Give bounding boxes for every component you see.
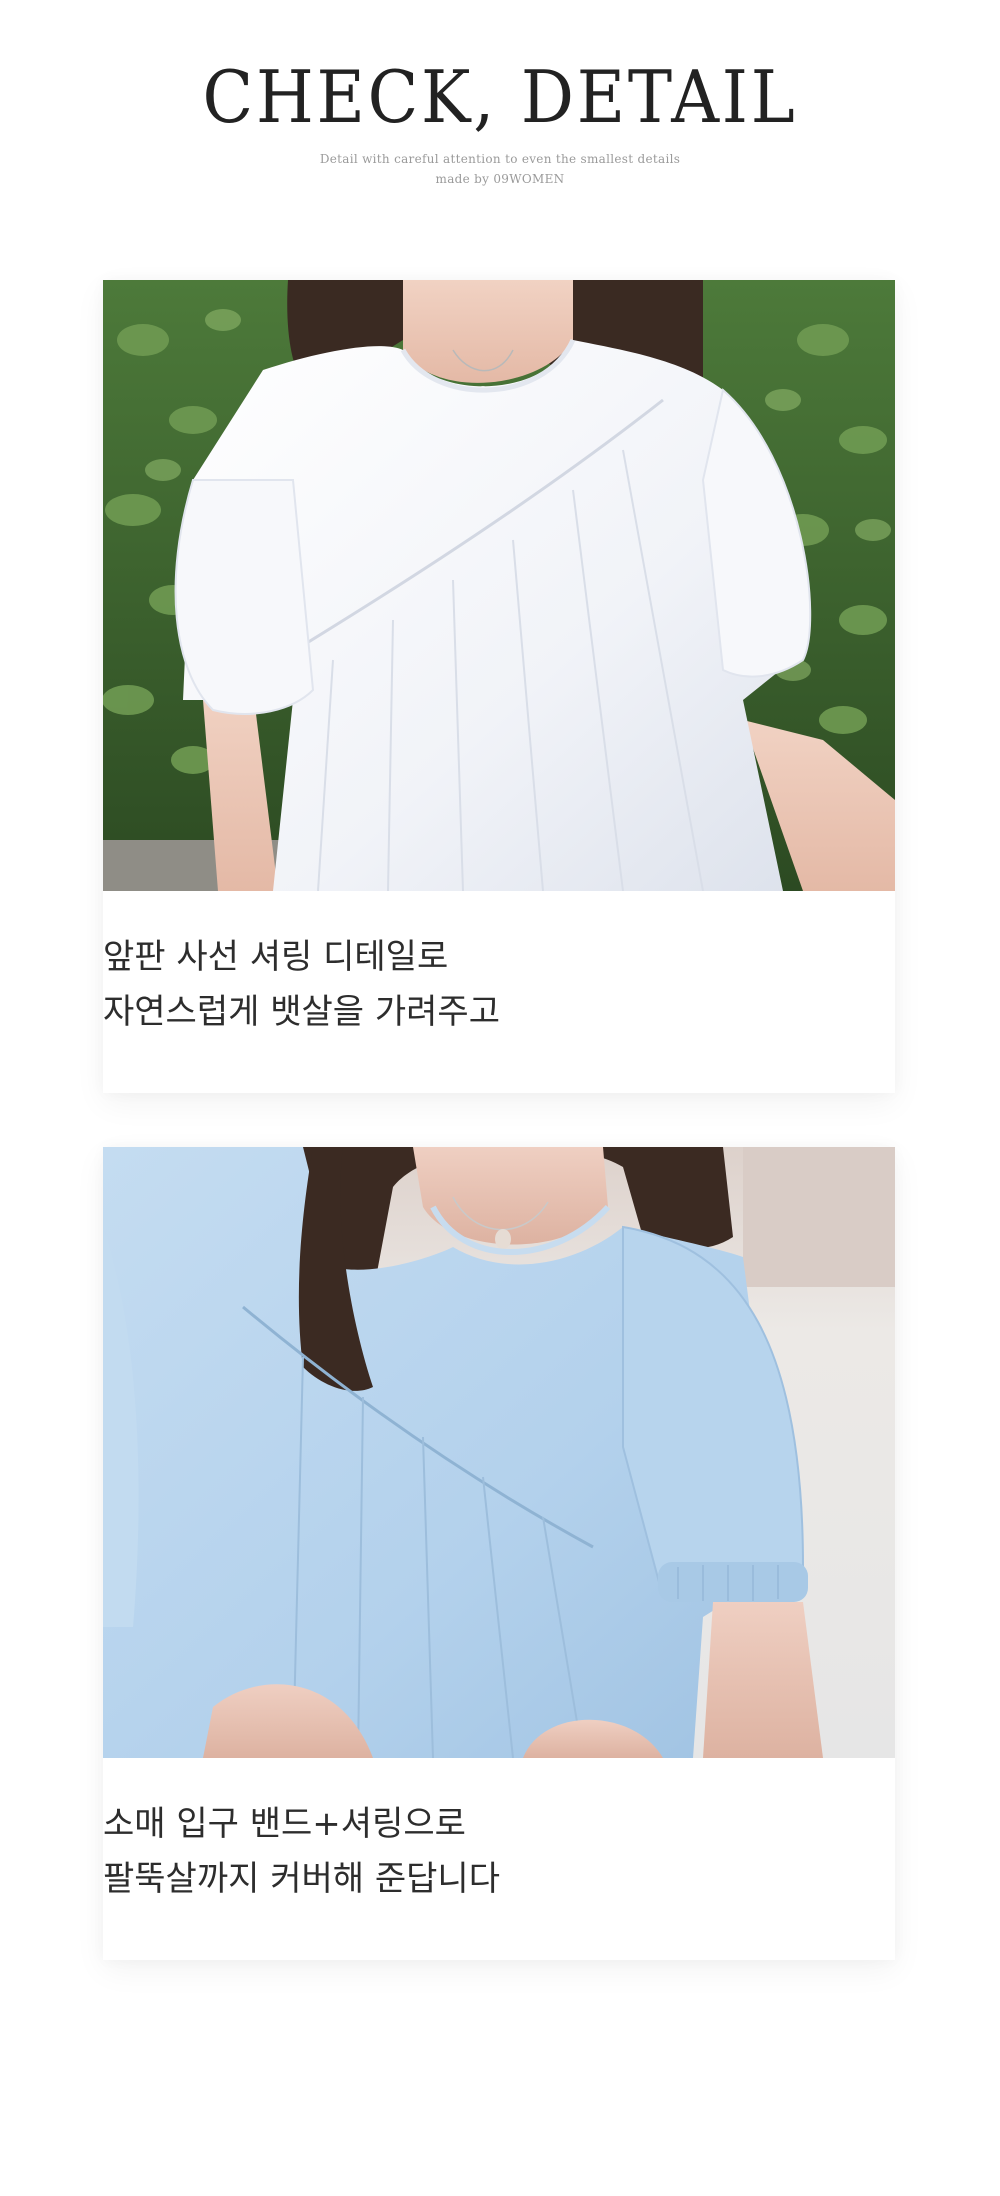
caption-line: 앞판 사선 셔링 디테일로 [103,937,449,977]
brand-credit: made by 09WOMEN [435,172,565,186]
caption-line: 팔뚝살까지 커버해 준답니다 [103,1859,500,1899]
page-title: CHECK, DETAIL [202,55,798,139]
skyblue-blouse-sleeve-photo [103,1147,895,1758]
caption-line: 소매 입구 밴드+셔링으로 [103,1804,466,1844]
white-blouse-shirring-photo [103,280,895,891]
caption-line: 자연스럽게 뱃살을 가려주고 [103,992,500,1032]
page-subtitle: Detail with careful attention to even th… [319,152,681,166]
